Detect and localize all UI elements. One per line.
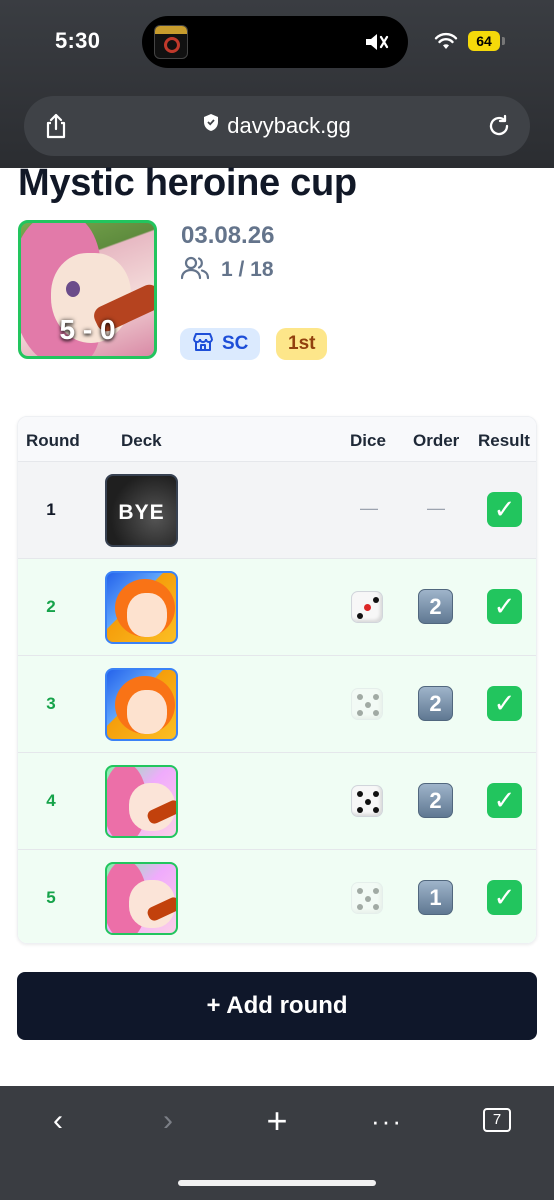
bye-deck-image: BYE [105, 474, 178, 547]
player-count: 1 / 18 [180, 257, 274, 282]
win-check-icon: ✓ [487, 686, 522, 721]
dice-lost-icon [351, 688, 383, 720]
round-number: 5 [46, 888, 56, 907]
wifi-icon [434, 32, 458, 55]
new-tab-icon[interactable]: + [261, 1103, 293, 1139]
tabs-count-icon[interactable]: 7 [483, 1108, 511, 1132]
url-domain[interactable]: davyback.gg [227, 113, 351, 138]
status-time: 5:30 [55, 28, 101, 53]
mute-icon [364, 31, 390, 53]
order-empty: — [427, 498, 445, 518]
dice-won-icon [351, 785, 383, 817]
win-check-icon: ✓ [487, 589, 522, 624]
placement-badge: 1st [276, 328, 328, 360]
page-title: Mystic heroine cup [18, 162, 357, 204]
browser-top-chrome: 5:30 64 davyback.gg [0, 0, 554, 168]
store-badge-label: SC [222, 333, 249, 354]
win-check-icon: ✓ [487, 880, 522, 915]
order-key: 2 [418, 783, 453, 818]
order-key: 1 [418, 880, 453, 915]
leader-card-art: 5 - 0 [18, 220, 157, 359]
dice-lost-icon [351, 882, 383, 914]
users-icon [180, 257, 221, 281]
win-check-icon: ✓ [487, 492, 522, 527]
forward-icon[interactable]: › [154, 1104, 182, 1138]
table-row[interactable]: 2 2 ✓ [18, 559, 536, 656]
shield-icon [203, 112, 219, 138]
table-row[interactable]: 5 1 ✓ [18, 850, 536, 943]
header-round: Round [26, 431, 80, 450]
header-dice: Dice [350, 431, 386, 450]
dice-empty: — [360, 498, 378, 518]
round-number: 1 [46, 500, 56, 519]
table-row[interactable]: 3 2 ✓ [18, 656, 536, 753]
url-bar[interactable]: davyback.gg [24, 96, 530, 156]
opponent-deck-image [105, 765, 178, 838]
match-record: 5 - 0 [59, 314, 116, 345]
battery-icon: 64 [468, 31, 500, 51]
store-icon [192, 333, 222, 354]
home-indicator [178, 1180, 376, 1186]
table-row[interactable]: 4 2 ✓ [18, 753, 536, 850]
dynamic-island [142, 16, 408, 68]
add-round-button[interactable]: + Add round [17, 972, 537, 1040]
more-icon[interactable]: ··· [370, 1104, 404, 1138]
now-playing-thumbnail [154, 25, 188, 59]
round-number: 2 [46, 597, 56, 616]
event-date: 03.08.26 [181, 222, 275, 249]
opponent-deck-image [105, 571, 178, 644]
opponent-deck-image [105, 862, 178, 935]
dice-won-icon [351, 591, 383, 623]
store-badge: SC [180, 328, 261, 360]
header-deck: Deck [121, 431, 162, 450]
win-check-icon: ✓ [487, 783, 522, 818]
round-number: 4 [46, 791, 56, 810]
order-key: 2 [418, 686, 453, 721]
rounds-table: Round Deck Dice Order Result 1 BYE — — ✓… [17, 416, 537, 944]
header-order: Order [413, 431, 460, 450]
battery-tip [502, 37, 505, 45]
reload-icon[interactable] [486, 113, 512, 139]
player-count-text: 1 / 18 [221, 258, 274, 281]
opponent-deck-image [105, 668, 178, 741]
url-text-group[interactable]: davyback.gg [24, 113, 530, 139]
round-number: 3 [46, 694, 56, 713]
order-key: 2 [418, 589, 453, 624]
back-icon[interactable]: ‹ [44, 1104, 72, 1138]
table-header: Round Deck Dice Order Result [18, 417, 536, 462]
table-row[interactable]: 1 BYE — — ✓ [18, 462, 536, 559]
header-result: Result [478, 431, 530, 450]
